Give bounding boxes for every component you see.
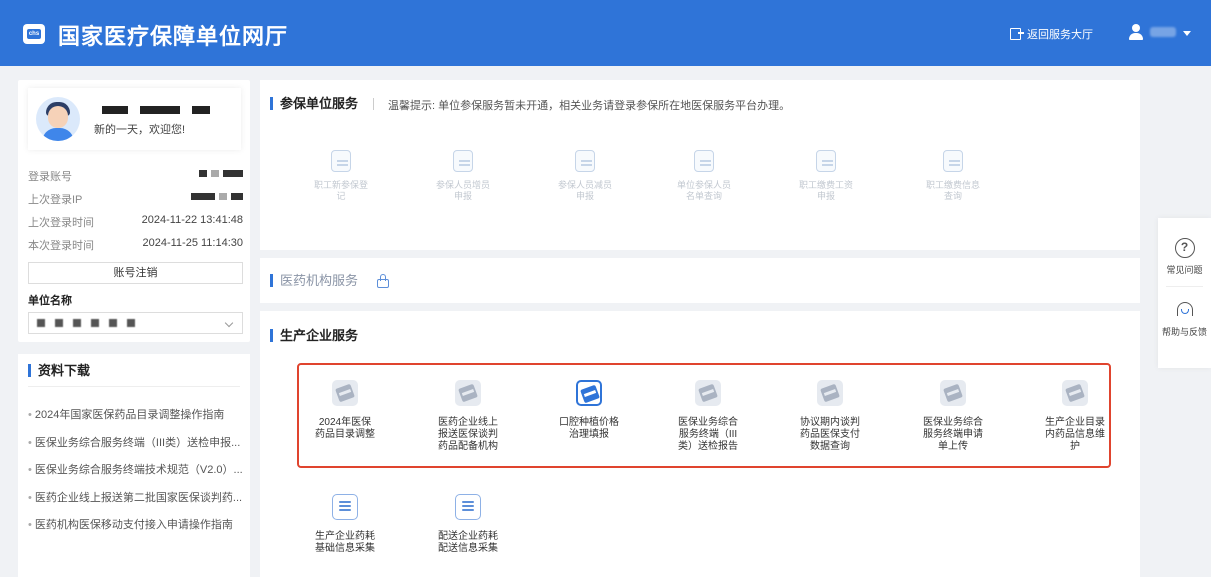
- service-payment-query[interactable]: 职工缴费信息 查询: [917, 150, 989, 202]
- service-card-icon: [817, 380, 843, 406]
- service-producer-basic-info[interactable]: 生产企业药耗 基础信息采集: [305, 494, 385, 555]
- last-login-label: 上次登录时间: [28, 217, 94, 229]
- login-account-masked: [195, 168, 243, 180]
- service-remove-person[interactable]: 参保人员减员 申报: [549, 150, 621, 202]
- chevron-down-icon: [224, 318, 234, 328]
- download-item[interactable]: 医保业务综合服务终端技术规范（V2.0）...: [28, 461, 243, 477]
- last-ip-label: 上次登录IP: [28, 194, 83, 206]
- service-dental-implant-price[interactable]: 口腔种植价格 治理填报: [549, 380, 629, 441]
- remove-person-icon: [575, 150, 595, 172]
- add-person-icon: [453, 150, 473, 172]
- user-name-masked[interactable]: [1150, 27, 1176, 37]
- chevron-down-icon[interactable]: [1183, 31, 1191, 36]
- payment-query-icon: [943, 150, 963, 172]
- profile-panel: 新的一天，欢迎您! 登录账号 上次登录IP 上次登录时间 2024-11-22 …: [18, 80, 250, 342]
- service-card-icon: [695, 380, 721, 406]
- user-name-masked: [102, 106, 210, 114]
- exit-icon: [1010, 28, 1024, 40]
- faq-label: 常见问题: [1166, 265, 1203, 275]
- service-terminal-inspection-report[interactable]: 医保业务综合 服务终端（III 类）送检报告: [668, 380, 748, 453]
- section-title: 参保单位服务: [270, 97, 358, 110]
- return-label: 返回服务大厅: [1027, 29, 1093, 41]
- production-enterprise-section: 生产企业服务 2024年医保 药品目录调整 医药企业线上 报送医保谈判 药品配备机构 …: [260, 311, 1140, 577]
- last-ip-row: 上次登录IP: [28, 191, 243, 209]
- list-icon: [332, 494, 358, 520]
- download-panel: 资料下载 2024年国家医保药品目录调整操作指南 医保业务综合服务终端（III类…: [18, 354, 250, 577]
- tooth-icon: [576, 380, 602, 406]
- profile-card: 新的一天，欢迎您!: [28, 88, 241, 150]
- list-icon: [455, 494, 481, 520]
- logo-icon: chs: [23, 24, 45, 44]
- help-feedback-button[interactable]: 帮助与反馈: [1158, 300, 1211, 338]
- avatar: [36, 97, 80, 141]
- last-login-row: 上次登录时间 2024-11-22 13:41:48: [28, 214, 243, 232]
- unit-name-label: 单位名称: [28, 295, 72, 307]
- last-ip-masked: [187, 191, 243, 203]
- service-card-icon: [455, 380, 481, 406]
- headset-icon: [1175, 300, 1195, 320]
- login-account-row: 登录账号: [28, 168, 243, 186]
- floating-help-panel: ? 常见问题 帮助与反馈: [1158, 218, 1211, 368]
- return-service-hall-button[interactable]: 返回服务大厅: [1010, 26, 1093, 42]
- service-new-employee-register[interactable]: 职工新参保登记: [305, 150, 377, 202]
- section-title: 生产企业服务: [270, 329, 358, 342]
- service-person-list[interactable]: 单位参保人员 名单查询: [668, 150, 740, 202]
- service-distributor-info[interactable]: 配送企业药耗 配送信息采集: [428, 494, 508, 555]
- person-list-icon: [694, 150, 714, 172]
- service-card-icon: [1062, 380, 1088, 406]
- divider: [1166, 286, 1203, 287]
- wage-report-icon: [816, 150, 836, 172]
- service-card-icon: [940, 380, 966, 406]
- this-login-row: 本次登录时间 2024-11-25 11:14:30: [28, 237, 243, 255]
- service-terminal-application-upload[interactable]: 医保业务综合 服务终端申请 单上传: [913, 380, 993, 453]
- help-label: 帮助与反馈: [1161, 327, 1207, 337]
- cancel-account-button[interactable]: 账号注销: [28, 262, 243, 284]
- download-title: 资料下载: [28, 364, 90, 377]
- download-item[interactable]: 医药企业线上报送第二批国家医保谈判药...: [28, 489, 243, 505]
- welcome-text: 新的一天，欢迎您!: [94, 124, 186, 136]
- divider: [28, 386, 240, 387]
- divider: [373, 98, 374, 110]
- insured-unit-section: 参保单位服务 温馨提示: 单位参保服务暂未开通，相关业务请登录参保所在地医保服务…: [260, 80, 1140, 250]
- section-title: 医药机构服务: [270, 274, 358, 287]
- service-wage-report[interactable]: 职工缴费工资 申报: [790, 150, 862, 202]
- download-item[interactable]: 医药机构医保移动支付接入申请操作指南: [28, 516, 243, 532]
- question-icon: ?: [1174, 238, 1195, 258]
- download-item[interactable]: 医保业务综合服务终端（III类）送检申报...: [28, 434, 243, 450]
- unit-name-select[interactable]: [28, 312, 243, 334]
- download-item[interactable]: 2024年国家医保药品目录调整操作指南: [28, 406, 243, 422]
- service-negotiated-drug-report[interactable]: 医药企业线上 报送医保谈判 药品配备机构: [428, 380, 508, 453]
- service-add-person[interactable]: 参保人员增员 申报: [427, 150, 499, 202]
- faq-button[interactable]: ? 常见问题: [1158, 238, 1211, 276]
- last-login-value: 2024-11-22 13:41:48: [141, 214, 243, 226]
- user-icon[interactable]: [1128, 24, 1144, 40]
- top-header: chs 国家医疗保障单位网厅 返回服务大厅: [0, 0, 1211, 66]
- service-card-icon: [332, 380, 358, 406]
- medical-institution-section[interactable]: 医药机构服务: [260, 258, 1140, 303]
- app-title: 国家医疗保障单位网厅: [58, 24, 289, 49]
- service-negotiated-payment-query[interactable]: 协议期内谈判 药品医保支付 数据查询: [790, 380, 870, 453]
- this-login-value: 2024-11-25 11:14:30: [142, 237, 243, 249]
- service-catalog-drug-maintenance[interactable]: 生产企业目录 内药品信息维护: [1035, 380, 1115, 453]
- this-login-label: 本次登录时间: [28, 240, 94, 252]
- service-drug-catalog-adjust[interactable]: 2024年医保 药品目录调整: [305, 380, 385, 441]
- lock-icon: [377, 274, 389, 288]
- warm-tip: 温馨提示: 单位参保服务暂未开通，相关业务请登录参保所在地医保服务平台办理。: [388, 100, 791, 112]
- register-icon: [331, 150, 351, 172]
- login-account-label: 登录账号: [28, 171, 72, 183]
